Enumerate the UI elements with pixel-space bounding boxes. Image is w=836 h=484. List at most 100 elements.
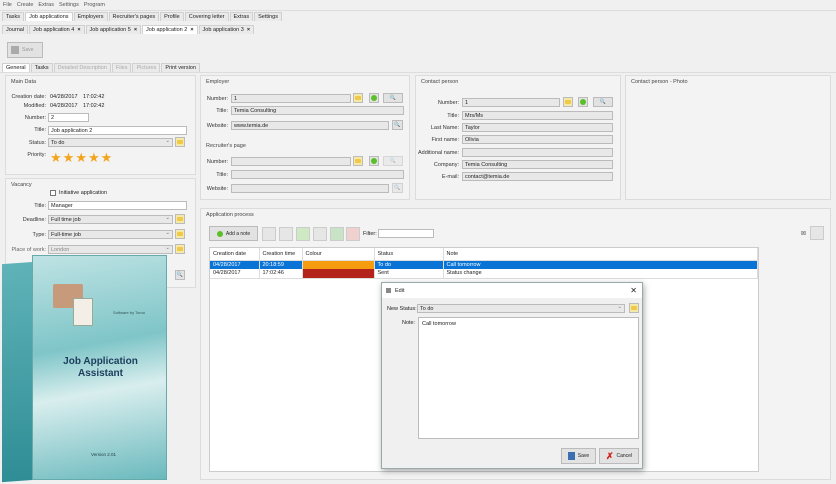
folder-button[interactable] (629, 303, 639, 313)
refresh-icon[interactable] (296, 227, 310, 241)
tab-extras[interactable]: Extras (229, 12, 254, 21)
tab-employers[interactable]: Employers (73, 12, 108, 21)
box-spine (2, 261, 34, 483)
note-textarea[interactable]: Call tomorrow (418, 317, 639, 439)
filter-input[interactable] (378, 229, 434, 238)
employer-number-input[interactable]: 1 (231, 94, 351, 103)
export-icon[interactable] (330, 227, 344, 241)
tab-profile[interactable]: Profile (160, 12, 184, 21)
additional-name-input[interactable] (462, 148, 613, 157)
save-button[interactable]: Save (7, 42, 43, 58)
tab-job-applications[interactable]: Job applications (25, 12, 73, 21)
subtab-detailed-description[interactable]: Detailed Description (53, 63, 111, 72)
priority-stars[interactable]: ★★★★★ (50, 151, 113, 164)
deadline-select[interactable]: Full time job (48, 215, 173, 224)
close-icon[interactable]: × (134, 27, 137, 33)
panel-heading: Employer (206, 79, 230, 85)
tab-settings[interactable]: Settings (254, 12, 282, 21)
folder-button[interactable] (175, 244, 185, 254)
contact-title-input[interactable]: Mrs/Ms (462, 111, 613, 120)
add-note-button[interactable]: Add a note (209, 226, 258, 241)
close-icon[interactable]: ✕ (630, 286, 637, 295)
checkbox-icon[interactable]: ☒ (801, 231, 806, 237)
employer-title-input[interactable]: Temia Consulting (231, 106, 404, 115)
initiative-checkbox[interactable] (50, 190, 56, 196)
col-creation-time[interactable]: Creation time (259, 248, 303, 261)
employer-website-input[interactable]: www.temia.de (231, 121, 389, 130)
label: Number: (206, 96, 228, 102)
star-icon[interactable]: ★ (50, 150, 63, 165)
menu-create[interactable]: Create (17, 2, 34, 8)
place-select[interactable]: London (48, 245, 173, 254)
add-button[interactable] (369, 156, 379, 166)
settings-icon[interactable] (810, 226, 824, 240)
doc-tab-job-application-2[interactable]: Job application 2 × (142, 25, 198, 34)
doc-tab-job-application-4[interactable]: Job application 4 × (29, 25, 85, 34)
contact-number-input[interactable]: 1 (462, 98, 560, 107)
recruiter-title-input[interactable] (231, 170, 404, 179)
tab-label: Job application 3 (202, 27, 244, 33)
close-icon[interactable]: × (190, 27, 193, 33)
col-status[interactable]: Status (374, 248, 444, 261)
doc-tab-job-application-3[interactable]: Job application 3 × (198, 25, 255, 34)
subtab-print-version[interactable]: Print version (161, 63, 200, 72)
menu-program[interactable]: Program (84, 2, 105, 8)
dialog-save-button[interactable]: Save (561, 448, 596, 464)
delete-icon[interactable] (279, 227, 293, 241)
number-input[interactable]: 2 (48, 113, 89, 122)
email-input[interactable]: contact@temia.de (462, 172, 613, 181)
title-input[interactable]: Job application 2 (48, 126, 187, 135)
close-icon[interactable]: × (77, 27, 80, 33)
vacancy-title-input[interactable]: Manager (48, 201, 187, 210)
folder-button[interactable] (563, 97, 573, 107)
recruiter-website-input[interactable] (231, 184, 389, 193)
photo-panel: Contact person - Photo (625, 75, 831, 200)
edit-icon[interactable] (262, 227, 276, 241)
folder-button[interactable] (175, 137, 185, 147)
dialog-cancel-button[interactable]: ✗ Cancel (599, 448, 639, 464)
close-icon[interactable]: × (247, 27, 250, 33)
open-website-button[interactable]: 🔍 (392, 183, 403, 193)
tab-covering-letter[interactable]: Covering letter (184, 12, 229, 21)
col-colour[interactable]: Colour (302, 248, 375, 261)
first-name-input[interactable]: Olivia (462, 135, 613, 144)
folder-button[interactable] (353, 156, 363, 166)
star-icon[interactable]: ★ (63, 150, 76, 165)
star-icon[interactable]: ★ (75, 150, 88, 165)
search-button[interactable]: 🔍 (593, 97, 613, 107)
print-icon[interactable] (313, 227, 327, 241)
tab-tasks[interactable]: Tasks (2, 12, 25, 21)
search-button[interactable]: 🔍 (175, 270, 185, 280)
folder-button[interactable] (353, 93, 363, 103)
add-button[interactable] (369, 93, 379, 103)
table-row[interactable]: 04/28/2017 17:02:46 Sent Status change (210, 269, 758, 278)
tab-recruiters-pages[interactable]: Recruiter's pages (108, 12, 160, 21)
add-note-label: Add a note (225, 230, 251, 237)
subtab-general[interactable]: General (2, 63, 30, 72)
col-note[interactable]: Note (443, 248, 758, 261)
version-text: Version 2.01 (91, 452, 117, 457)
folder-button[interactable] (175, 229, 185, 239)
doc-tab-journal[interactable]: Journal (2, 25, 29, 34)
company-input[interactable]: Temia Consulting (462, 160, 613, 169)
label: Modified: (23, 103, 46, 109)
status-select[interactable]: To do (48, 138, 173, 147)
table-row[interactable]: 04/28/2017 20:18:59 To do Call tomorrow (210, 260, 758, 269)
star-icon[interactable]: ★ (88, 150, 101, 165)
menu-settings[interactable]: Settings (59, 2, 79, 8)
menu-file[interactable]: File (3, 2, 12, 8)
add-button[interactable] (578, 97, 588, 107)
folder-button[interactable] (175, 214, 185, 224)
subtab-files[interactable]: Files (111, 63, 132, 72)
type-select[interactable]: Full-time job (48, 230, 173, 239)
subtab-pictures[interactable]: Pictures (132, 63, 161, 72)
doc-tab-job-application-5[interactable]: Job application 5 × (85, 25, 142, 34)
star-icon[interactable]: ★ (101, 150, 114, 165)
new-status-select[interactable]: To do (417, 304, 625, 313)
subtab-tasks[interactable]: Tasks (30, 63, 53, 72)
last-name-input[interactable]: Taylor (462, 123, 613, 132)
recruiter-number-input[interactable] (231, 157, 351, 166)
col-creation-date[interactable]: Creation date (210, 248, 260, 261)
pdf-icon[interactable] (346, 227, 360, 241)
menu-extras[interactable]: Extras (38, 2, 54, 8)
